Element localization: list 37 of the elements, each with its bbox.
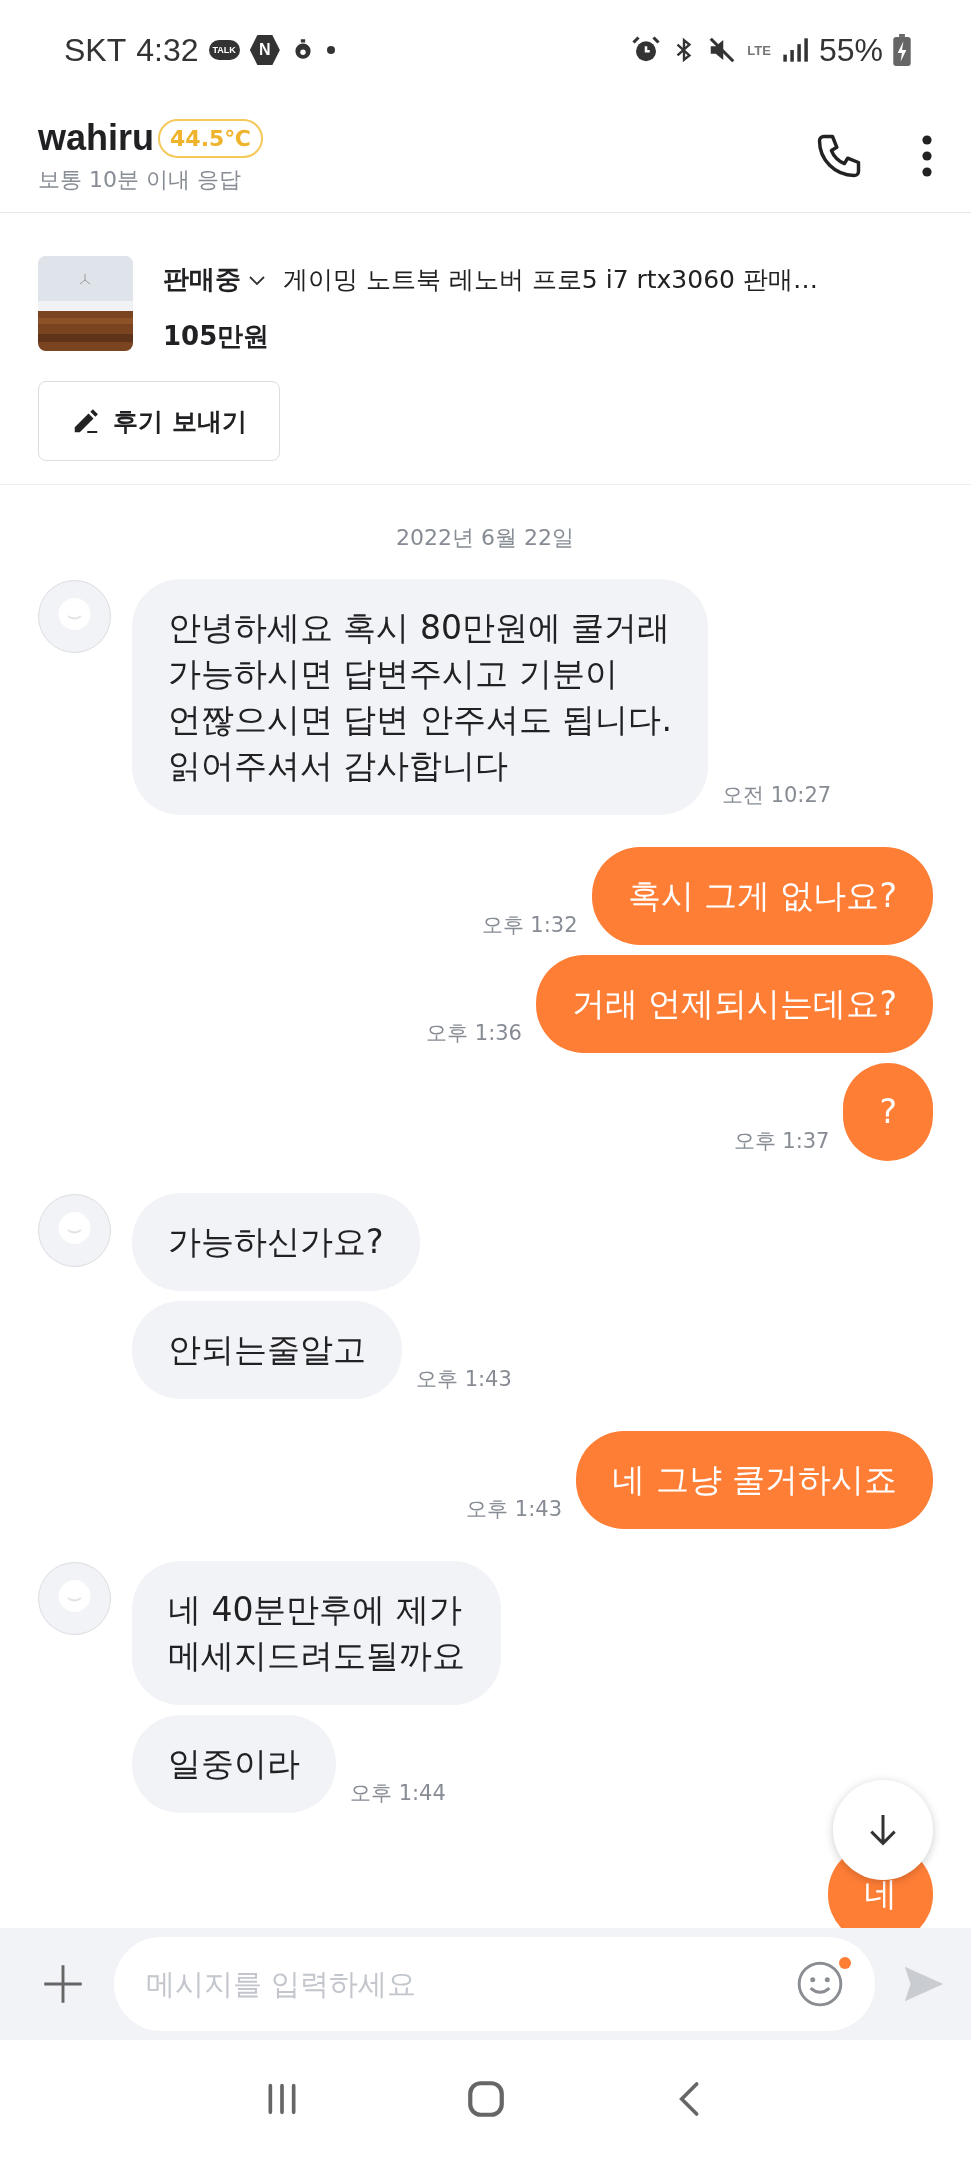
message-time: 오후 1:44: [350, 1780, 446, 1807]
message-bubble: 거래 언제되시는데요?: [536, 955, 933, 1053]
message-bubble: 안녕하세요 혹시 80만원에 쿨거래 가능하시면 답변주시고 기분이 언짢으시면 답변 안주셔도 됩니다. 읽어주셔서 감사합니다: [132, 579, 708, 815]
message-bubble: ?: [843, 1063, 933, 1161]
message-bubble: 네 그냥 쿨거하시죠: [576, 1431, 933, 1529]
message-time: 오후 1:36: [426, 1020, 522, 1047]
sale-status-dropdown[interactable]: 판매중: [163, 262, 241, 297]
message-field[interactable]: 메시지를 입력하세요: [114, 1937, 875, 2031]
message-bubble: 안되는줄알고: [132, 1301, 402, 1399]
signal-icon: [780, 36, 809, 64]
chat-badge: TALK: [208, 40, 240, 60]
message-time: 오후 1:43: [416, 1366, 512, 1393]
message-bubble: 네 40분만후에 제가 메세지드려도될까요: [132, 1561, 501, 1705]
scroll-down-button[interactable]: [833, 1780, 933, 1880]
product-title: 게이밍 노트북 레노버 프로5 i7 rtx3060 판매…: [283, 264, 818, 296]
response-time: 보통 10분 이내 응답: [38, 166, 242, 194]
message-time: 오전 10:27: [721, 782, 832, 809]
date-divider: 2022년 6월 22일: [395, 524, 575, 552]
dot-icon: [325, 45, 336, 55]
network-type: LTE: [747, 42, 771, 58]
manner-temperature: 44.5℃: [158, 118, 263, 158]
emoji-icon[interactable]: [795, 1959, 845, 2009]
battery-icon: [893, 34, 911, 66]
more-icon[interactable]: [921, 134, 933, 178]
clock-time: 4:32: [136, 31, 199, 69]
message-time: 오후 1:37: [733, 1128, 830, 1155]
message-time: 오후 1:43: [466, 1496, 562, 1523]
battery-percent: 55%: [818, 31, 883, 69]
user-name: wahiru: [38, 117, 154, 159]
message-bubble: 가능하신가요?: [132, 1193, 420, 1291]
carrier-name: SKT: [64, 31, 127, 69]
review-button[interactable]: 후기 보내기: [38, 381, 280, 461]
message-bubble: 혹시 그게 없나요?: [591, 847, 933, 945]
product-price: 105만원: [163, 320, 271, 353]
message-bubble: 일중이라: [132, 1715, 336, 1813]
message-time: 오후 1:32: [481, 912, 578, 939]
app-badge: N: [249, 35, 280, 65]
